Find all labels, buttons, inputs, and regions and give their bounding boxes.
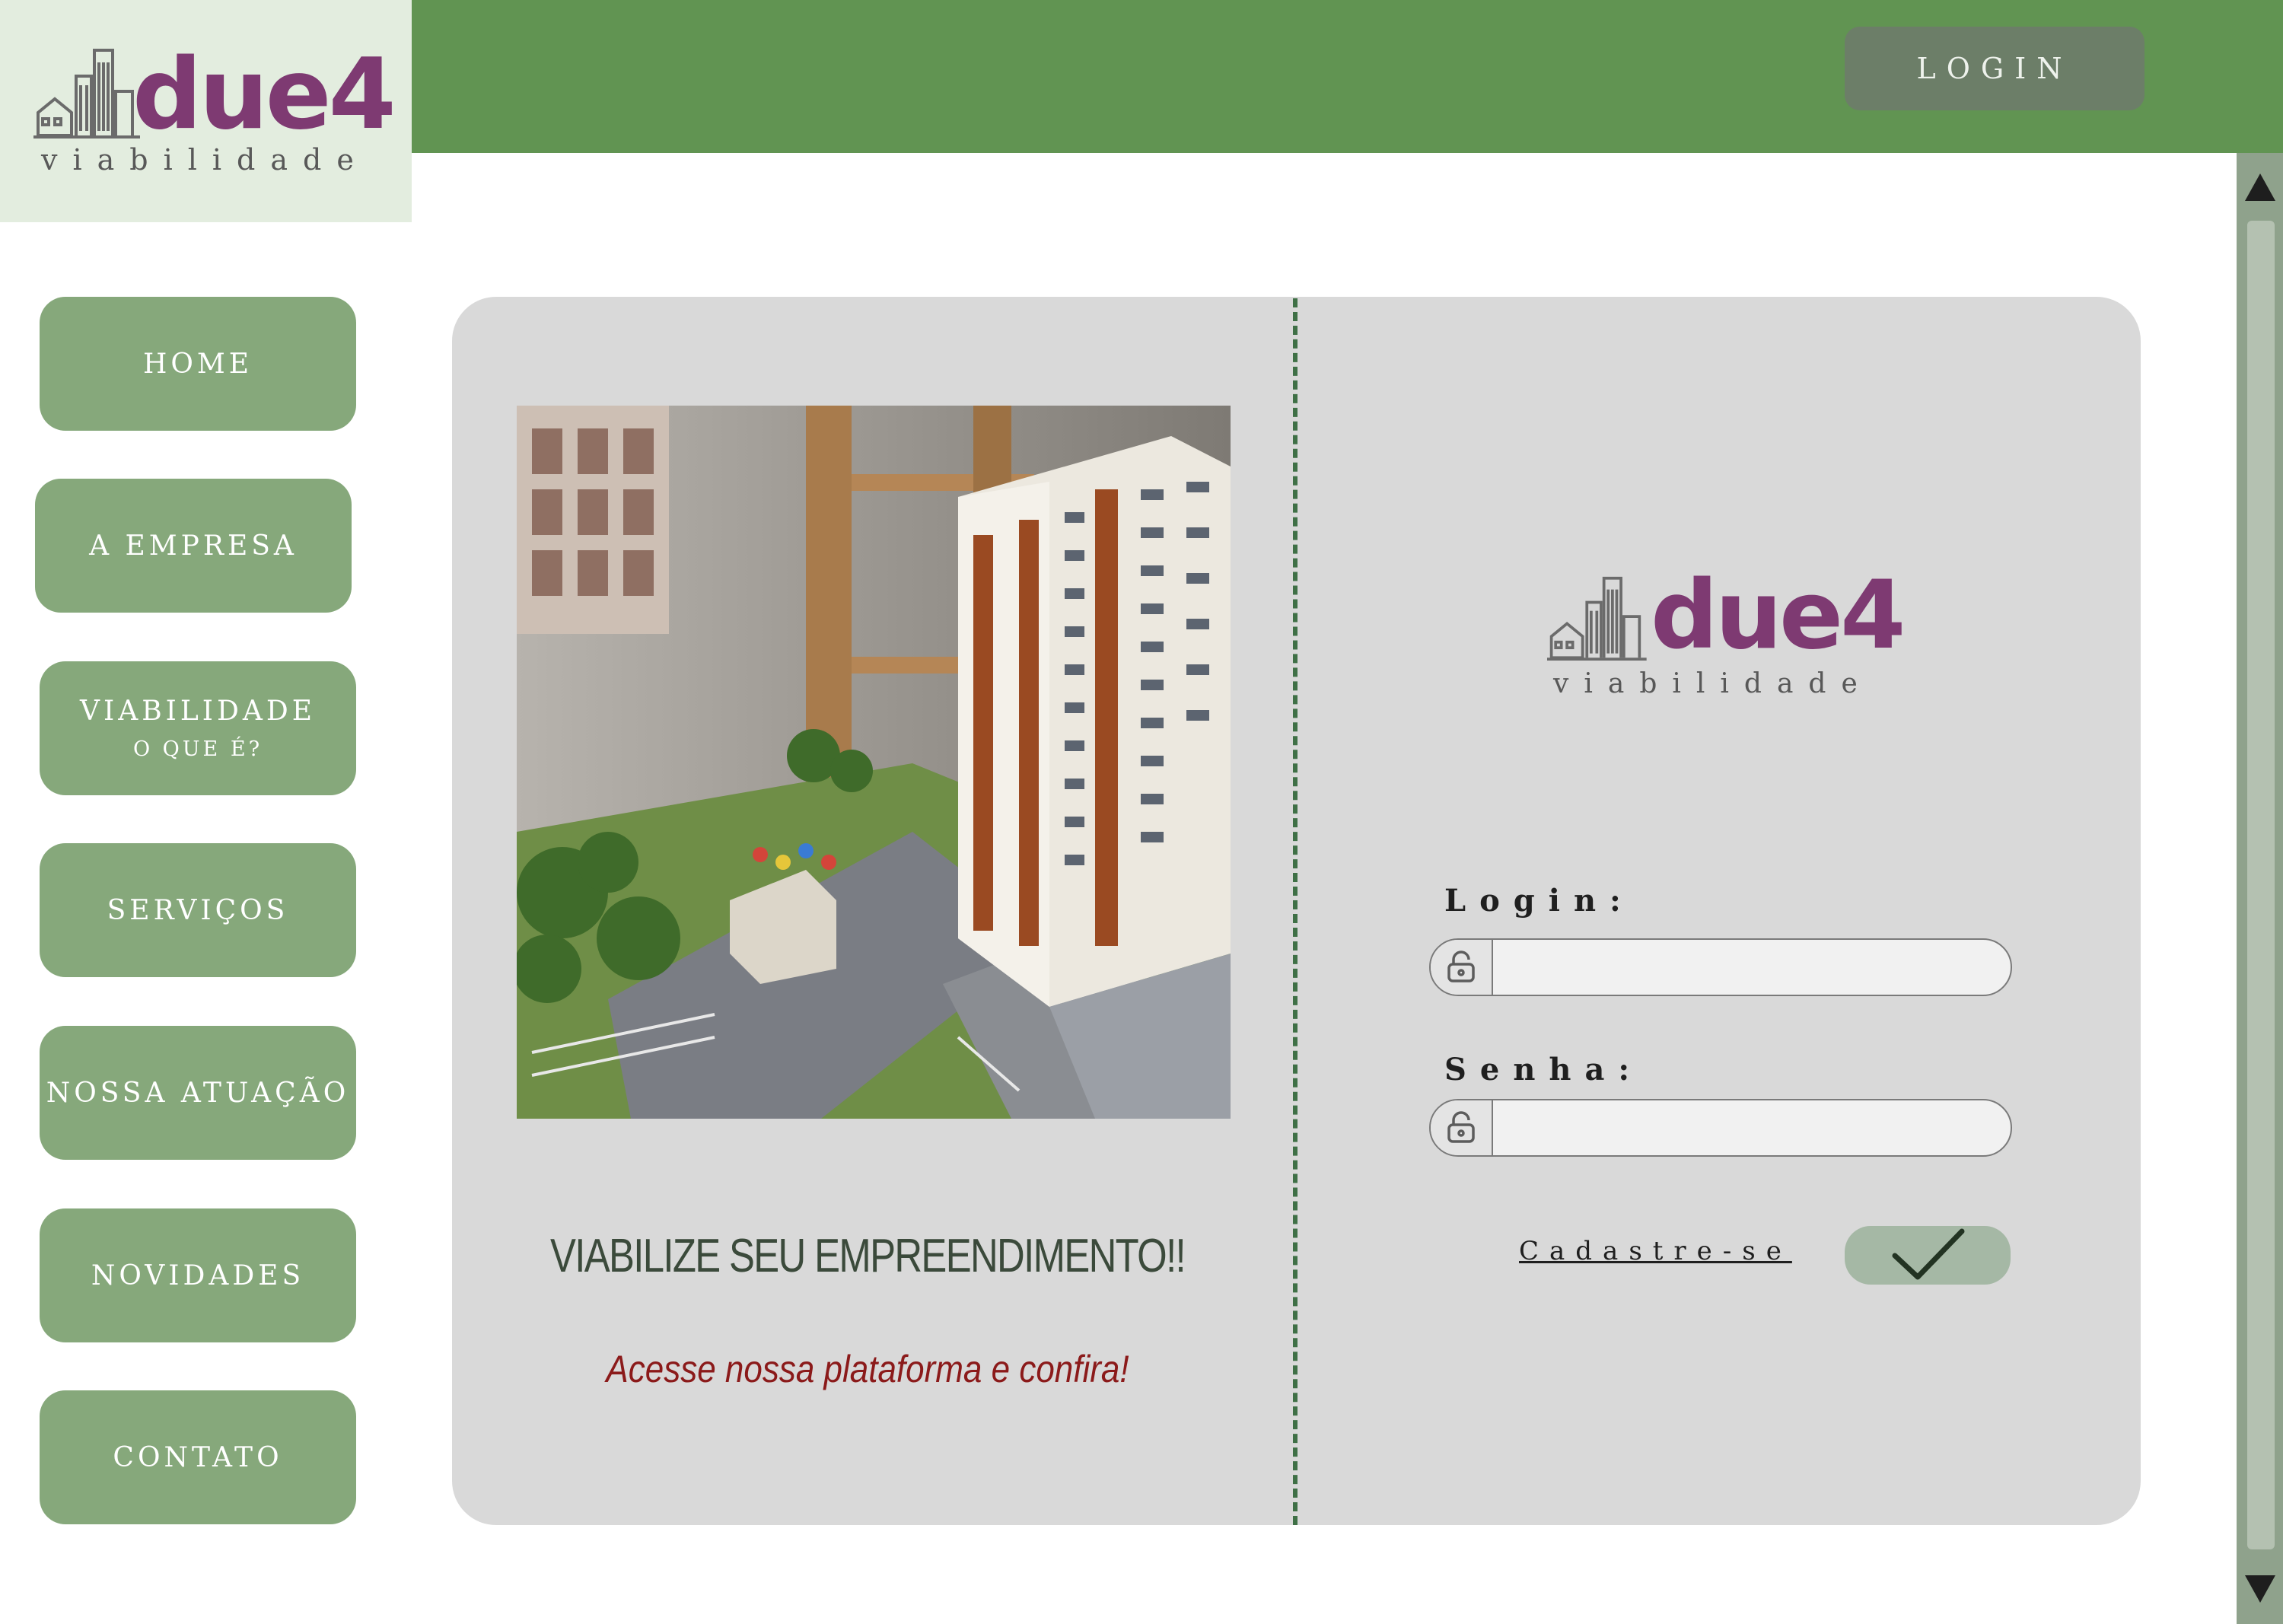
nav-home-label: HOME — [142, 348, 253, 380]
signup-link[interactable]: Cadastre-se — [1519, 1236, 1792, 1266]
hero-photo — [517, 406, 1231, 1119]
nav-servicos-button[interactable]: SERVIÇOS — [40, 843, 356, 977]
login-logo-sub-text: viabilidade — [1553, 668, 1873, 699]
logo-sub-text: viabilidade — [41, 143, 369, 177]
scrollbar-thumb[interactable] — [2247, 221, 2275, 1549]
nav-servicos-label: SERVIÇOS — [107, 894, 289, 926]
hero-tagline: Acesse nossa plataforma e confira! — [606, 1348, 1129, 1390]
nav-viabilidade-sublabel: O QUE É? — [132, 737, 263, 761]
lock-icon — [1431, 940, 1493, 995]
nav-novidades-button[interactable]: NOVIDADES — [40, 1208, 356, 1342]
building-model-illustration — [517, 406, 1231, 1119]
hero-headline: VIABILIZE SEU EMPREENDIMENTO!! — [549, 1230, 1186, 1282]
nav-atuacao-label: NOSSA ATUAÇÃO — [46, 1077, 350, 1109]
submit-button[interactable] — [1845, 1226, 2011, 1285]
nav-home-button[interactable]: HOME — [40, 297, 356, 431]
login-field-label: Login: — [1444, 883, 1635, 919]
header-login-button[interactable]: LOGIN — [1845, 27, 2144, 110]
buildings-icon — [1547, 576, 1647, 661]
nav-viabilidade-button[interactable]: VIABILIDADE O QUE É? — [40, 661, 356, 795]
lock-icon — [1431, 1100, 1493, 1155]
login-field[interactable] — [1429, 938, 2012, 996]
login-input[interactable] — [1495, 940, 2011, 995]
header-logo-area: due4 viabilidade — [0, 0, 412, 222]
login-panel-logo: due4 viabilidade — [1547, 568, 1906, 703]
nav-contato-button[interactable]: CONTATO — [40, 1390, 356, 1524]
login-logo-brand-text: due4 — [1651, 561, 1906, 670]
password-field-label: Senha: — [1444, 1052, 1644, 1087]
checkmark-icon — [1892, 1228, 1965, 1279]
password-input[interactable] — [1495, 1100, 2011, 1155]
nav-novidades-label: NOVIDADES — [91, 1259, 305, 1291]
password-field[interactable] — [1429, 1099, 2012, 1157]
buildings-icon — [33, 49, 140, 139]
nav-contato-label: CONTATO — [113, 1441, 283, 1473]
scroll-up-arrow-icon[interactable] — [2242, 169, 2278, 205]
nav-viabilidade-label: VIABILIDADE — [79, 696, 317, 727]
nav-empresa-label: A EMPRESA — [89, 530, 298, 562]
nav-atuacao-button[interactable]: NOSSA ATUAÇÃO — [40, 1026, 356, 1160]
logo-brand-text: due4 — [132, 38, 396, 151]
scroll-down-arrow-icon[interactable] — [2242, 1571, 2278, 1607]
nav-empresa-button[interactable]: A EMPRESA — [35, 479, 352, 613]
card-divider — [1293, 298, 1298, 1525]
